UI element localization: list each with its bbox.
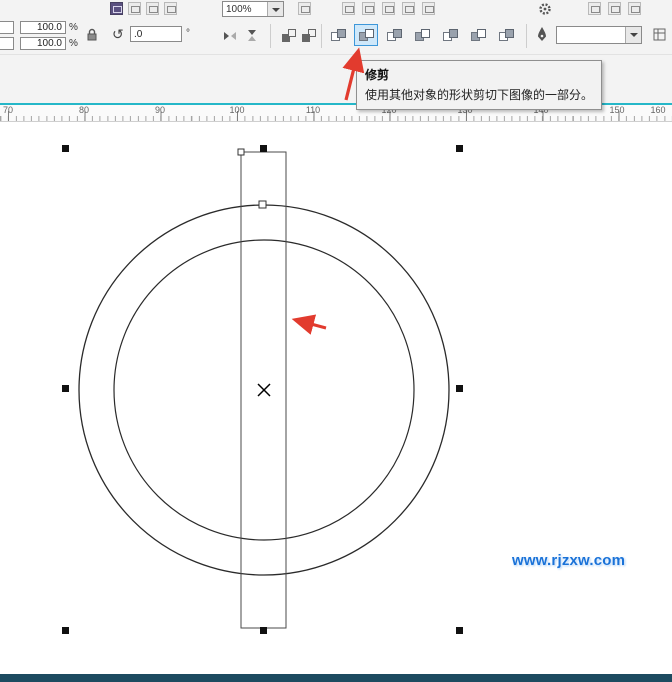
taskbar-sliver — [0, 674, 672, 682]
trim-tooltip: 修剪 使用其他对象的形状剪切下图像的一部分。 — [356, 60, 602, 110]
rotate-icon: ↺ — [112, 27, 124, 41]
toolbar-icon[interactable] — [382, 2, 395, 15]
drawing-canvas[interactable]: www.rjzxw.com — [0, 122, 672, 674]
toolbar-icon[interactable] — [628, 2, 641, 15]
ruler-number: 160 — [650, 105, 665, 115]
center-x-mark — [258, 384, 270, 396]
order-icon-button[interactable] — [300, 26, 318, 45]
ruler-major-ticks — [0, 111, 672, 121]
rectangle-corner-node[interactable] — [238, 149, 244, 155]
mirror-vertical-icon — [246, 29, 258, 42]
degree-label: ° — [186, 28, 190, 39]
gear-icon[interactable] — [538, 2, 552, 16]
rotation-angle-field[interactable] — [130, 26, 182, 42]
percent-label: % — [69, 22, 78, 33]
ruler-number: 80 — [79, 105, 89, 115]
create-boundary-button[interactable] — [494, 24, 518, 46]
annotation-arrow-left — [296, 320, 326, 328]
simplify-button[interactable] — [410, 24, 434, 46]
handle-top-right[interactable] — [456, 145, 463, 152]
toolbar-icon[interactable] — [110, 2, 123, 15]
weld-icon — [331, 29, 346, 42]
toolbar-icon[interactable] — [608, 2, 621, 15]
handle-bottom-left[interactable] — [62, 627, 69, 634]
chevron-down-icon[interactable] — [625, 27, 641, 43]
front-minus-back-button[interactable] — [438, 24, 462, 46]
standard-toolbar: 100% — [0, 0, 672, 18]
zoom-level-dropdown[interactable]: 100% — [222, 1, 284, 17]
toolbar-icon[interactable] — [362, 2, 375, 15]
handle-middle-left[interactable] — [62, 385, 69, 392]
ruler-number: 150 — [609, 105, 624, 115]
ruler-number: 70 — [3, 105, 13, 115]
tooltip-title: 修剪 — [365, 66, 593, 83]
order-icon-button[interactable] — [280, 26, 298, 45]
mirror-vertical-button[interactable] — [242, 26, 262, 45]
ruler-number: 110 — [306, 105, 320, 115]
object-position-field-stub[interactable] — [0, 21, 14, 34]
handle-middle-right[interactable] — [456, 385, 463, 392]
handle-top-left[interactable] — [62, 145, 69, 152]
simplify-icon — [415, 29, 430, 42]
property-bar: % % ↺ ° — [0, 18, 672, 55]
trim-button[interactable] — [354, 24, 378, 46]
scale-x-field[interactable] — [20, 21, 66, 34]
outline-width-dropdown[interactable] — [556, 26, 642, 44]
stacked-squares-icon — [302, 29, 316, 42]
outline-pen-icon[interactable] — [535, 26, 549, 44]
canvas-drawing — [0, 122, 672, 674]
toolbar-icon[interactable] — [298, 2, 311, 15]
stacked-squares-icon — [282, 29, 296, 42]
create-boundary-icon — [499, 29, 514, 42]
toolbar-icon[interactable] — [402, 2, 415, 15]
app-window: 100% % % ↺ ° — [0, 0, 672, 682]
toolbar-icon[interactable] — [128, 2, 141, 15]
front-minus-back-icon — [443, 29, 458, 42]
intersect-icon — [387, 29, 402, 42]
toolbar-icon[interactable] — [422, 2, 435, 15]
tooltip-description: 使用其他对象的形状剪切下图像的一部分。 — [365, 86, 593, 103]
handle-top-center[interactable] — [260, 145, 267, 152]
back-minus-front-icon — [471, 29, 486, 42]
intersect-button[interactable] — [382, 24, 406, 46]
weld-button[interactable] — [326, 24, 350, 46]
toolbar-icon[interactable] — [342, 2, 355, 15]
percent-label: % — [69, 38, 78, 49]
watermark: www.rjzxw.com — [512, 552, 625, 569]
scale-y-field[interactable] — [20, 37, 66, 50]
back-minus-front-button[interactable] — [466, 24, 490, 46]
handle-bottom-right[interactable] — [456, 627, 463, 634]
ruler-number: 100 — [229, 105, 244, 115]
ruler-number: 90 — [155, 105, 165, 115]
properties-icon-button[interactable] — [650, 25, 668, 44]
toolbar-icon[interactable] — [146, 2, 159, 15]
object-position-field-stub[interactable] — [0, 37, 14, 50]
mirror-horizontal-button[interactable] — [220, 26, 240, 45]
toolbar-icon[interactable] — [164, 2, 177, 15]
lock-ratio-icon[interactable] — [85, 27, 99, 43]
mirror-horizontal-icon — [223, 30, 237, 42]
trim-icon — [359, 29, 374, 42]
zoom-level-value: 100% — [226, 4, 252, 15]
chevron-down-icon[interactable] — [267, 2, 283, 16]
toolbar-icon[interactable] — [588, 2, 601, 15]
curve-top-node[interactable] — [259, 201, 266, 208]
grid-arrows-icon — [653, 28, 666, 41]
handle-bottom-center[interactable] — [260, 627, 267, 634]
